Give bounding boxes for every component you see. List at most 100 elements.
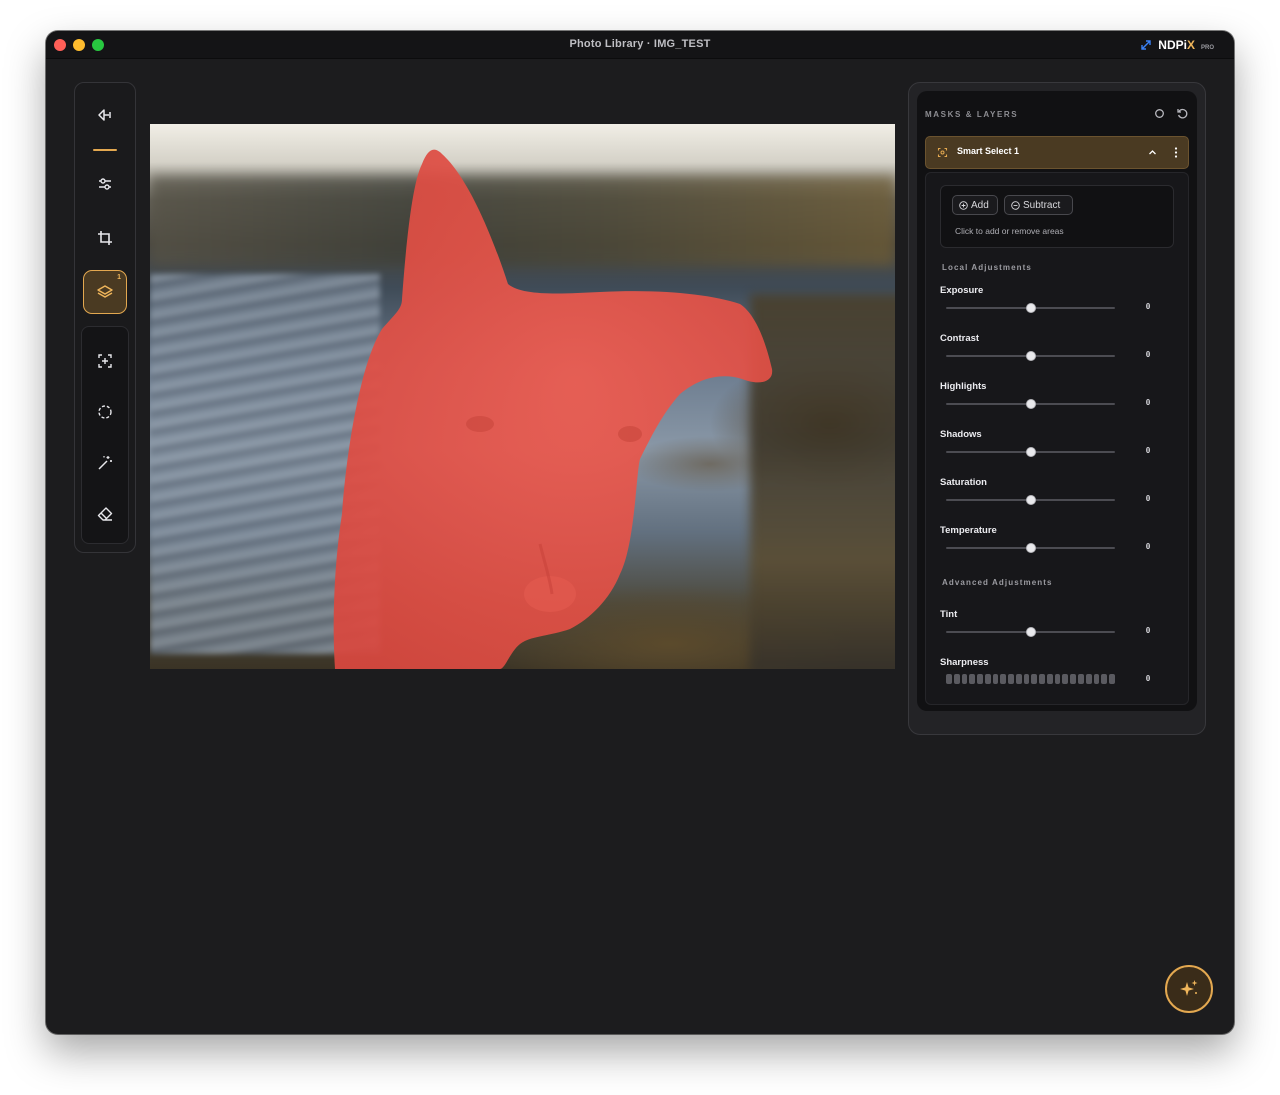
temperature-value: 0: [1145, 542, 1151, 551]
exposure-value: 0: [1145, 302, 1151, 311]
smart-select-mask-overlay: [333, 149, 773, 669]
sliders-icon: [99, 178, 111, 190]
selection-hint: Click to add or remove areas: [955, 226, 1064, 236]
temperature-slider-thumb[interactable]: [1025, 543, 1036, 553]
add-area-button[interactable]: Add: [952, 195, 998, 215]
smart-select-icon: [98, 354, 112, 368]
advanced-adjustments-heading: Advanced Adjustments: [942, 578, 1053, 587]
app-window: Photo Library · IMG_TEST NDPiX PRO 1 MAS…: [46, 31, 1234, 1034]
saturation-label: Saturation: [940, 477, 987, 488]
sharpness-segment: [1000, 674, 1007, 684]
ai-assist-button[interactable]: [1165, 965, 1213, 1013]
sharpness-segment: [1078, 674, 1084, 684]
tint-slider-thumb[interactable]: [1025, 627, 1036, 637]
shadows-slider[interactable]: [946, 447, 1115, 457]
lasso-icon: [98, 405, 112, 419]
highlights-label: Highlights: [940, 381, 987, 392]
sharpness-label: Sharpness: [940, 657, 989, 668]
minus-circle-icon: [1011, 200, 1020, 210]
sharpness-segment: [977, 674, 983, 684]
tool-sidebar: 1: [74, 82, 136, 553]
eraser-tool-button[interactable]: [83, 492, 127, 536]
brand-badge: PRO: [1200, 45, 1214, 51]
contrast-value: 0: [1145, 350, 1151, 359]
sparkles-icon: [1180, 980, 1198, 996]
magic-wand-tool-button[interactable]: [83, 441, 127, 485]
saturation-slider[interactable]: [946, 495, 1115, 505]
photo-canvas[interactable]: [150, 124, 895, 669]
exposure-slider[interactable]: [946, 303, 1115, 313]
shadows-value: 0: [1145, 446, 1151, 455]
smart-select-tool-button[interactable]: [83, 339, 127, 383]
subtract-area-label: Subtract: [1023, 199, 1061, 211]
sharpness-segment: [961, 674, 968, 684]
crop-icon: [98, 231, 112, 245]
sharpness-segment: [1046, 674, 1053, 684]
chevron-up-icon[interactable]: [1147, 147, 1158, 158]
mask-tools-group: [81, 326, 129, 544]
contrast-label: Contrast: [940, 333, 980, 344]
panel-header-actions: [1153, 107, 1189, 120]
shadows-slider-thumb[interactable]: [1025, 447, 1036, 457]
expand-icon[interactable]: [1140, 39, 1152, 51]
subtract-area-button[interactable]: Subtract: [1004, 195, 1073, 215]
contrast-slider[interactable]: [946, 351, 1115, 361]
masks-layers-tool-button[interactable]: 1: [83, 270, 127, 314]
lasso-tool-button[interactable]: [83, 390, 127, 434]
shadows-label: Shadows: [940, 429, 982, 440]
reset-icon[interactable]: [1176, 107, 1189, 120]
more-options-icon[interactable]: [1174, 146, 1178, 159]
sharpness-segment: [1015, 674, 1022, 684]
mask-layer-row[interactable]: Smart Select 1: [925, 136, 1189, 169]
sharpness-segment: [1101, 674, 1108, 684]
sharpness-segment: [1109, 674, 1115, 684]
sharpness-segment: [1039, 674, 1045, 684]
sharpness-segment: [1070, 674, 1077, 684]
contrast-slider-thumb[interactable]: [1025, 351, 1036, 361]
sharpness-segment: [984, 674, 991, 684]
plus-circle-icon: [959, 200, 968, 210]
eraser-icon: [97, 507, 113, 521]
temperature-slider[interactable]: [946, 543, 1115, 553]
mask-adjustments: Add Subtract Click to add or remove area…: [925, 172, 1189, 705]
smart-select-icon: [937, 147, 948, 158]
exposure-slider-thumb[interactable]: [1025, 303, 1036, 313]
title-bar: Photo Library · IMG_TEST NDPiX PRO: [46, 31, 1234, 59]
sharpness-segment: [1062, 674, 1069, 684]
panel-title: MASKS & LAYERS: [925, 110, 1019, 119]
brand: NDPiX PRO: [1140, 38, 1214, 52]
saturation-slider-thumb[interactable]: [1025, 495, 1036, 505]
back-arrow-icon: [98, 109, 111, 121]
highlights-slider-thumb[interactable]: [1025, 399, 1036, 409]
layers-count-badge: 1: [117, 274, 121, 281]
selection-mode-box: Add Subtract Click to add or remove area…: [940, 185, 1174, 248]
adjustments-tool-button[interactable]: [83, 162, 127, 206]
sharpness-slider[interactable]: [946, 674, 1115, 684]
highlights-value: 0: [1145, 398, 1151, 407]
window-title: Photo Library · IMG_TEST: [569, 38, 711, 50]
sharpness-value: 0: [1145, 674, 1151, 683]
local-adjustments-heading: Local Adjustments: [942, 263, 1032, 272]
tint-label: Tint: [940, 609, 958, 620]
saturation-value: 0: [1145, 494, 1151, 503]
sharpness-segment: [953, 674, 960, 684]
exposure-label: Exposure: [940, 285, 984, 296]
highlights-slider[interactable]: [946, 399, 1115, 409]
sharpness-segment: [992, 674, 999, 684]
tint-slider[interactable]: [946, 627, 1115, 637]
masks-layers-panel: MASKS & LAYERS Smart Select 1 Add Subtra…: [908, 82, 1206, 735]
circle-icon[interactable]: [1153, 107, 1166, 120]
crop-tool-button[interactable]: [83, 216, 127, 260]
mask-layer-name: Smart Select 1: [957, 146, 1020, 156]
back-button[interactable]: [83, 93, 127, 137]
tint-value: 0: [1145, 626, 1151, 635]
sharpness-segment: [1093, 674, 1100, 684]
sharpness-segment: [1054, 674, 1061, 684]
sharpness-segment: [1008, 674, 1014, 684]
add-area-label: Add: [971, 199, 989, 211]
sharpness-segment: [969, 674, 976, 684]
sharpness-segment: [1031, 674, 1038, 684]
sharpness-segment: [1023, 674, 1030, 684]
sharpness-segment: [946, 674, 952, 684]
toolbar-separator: [93, 149, 117, 151]
